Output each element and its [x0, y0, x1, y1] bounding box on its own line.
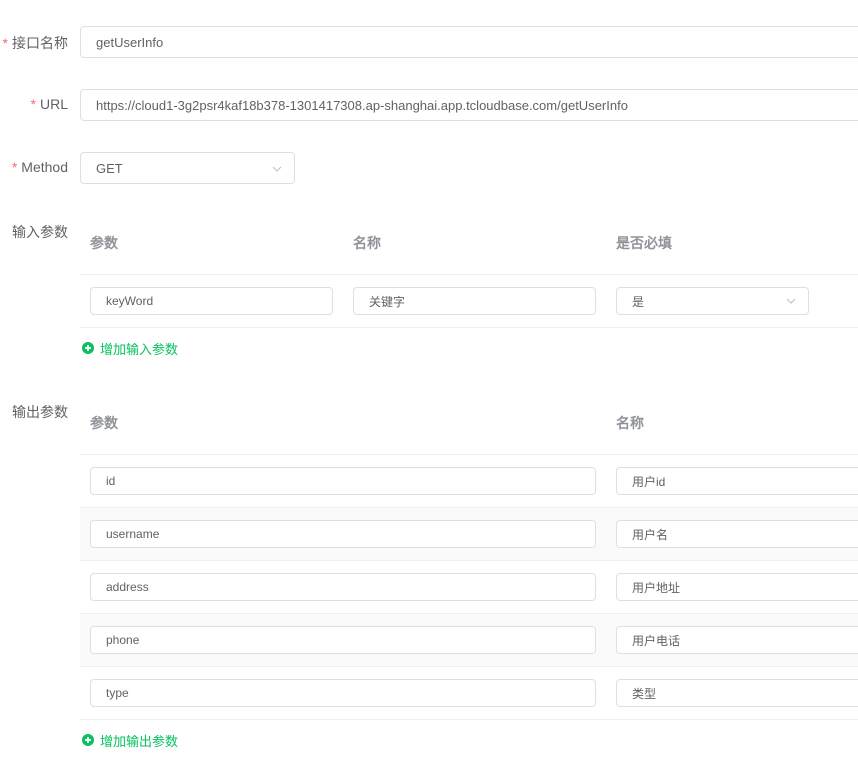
name-input[interactable]: getUserInfo [80, 26, 858, 58]
header-required: 是否必填 [616, 235, 672, 251]
add-output-param-button[interactable]: 增加输出参数 [82, 730, 178, 750]
table-row: address 用户地址 [80, 561, 858, 614]
header-param: 参数 [90, 415, 118, 431]
name-value: 关键字 [369, 294, 406, 309]
output-params-header: 参数 名称 [80, 391, 858, 455]
name-value: 类型 [632, 686, 657, 701]
param-input[interactable]: phone [90, 626, 596, 654]
add-output-param-label: 增加输出参数 [100, 733, 179, 749]
name-cell-input[interactable]: 用户地址 [616, 573, 858, 601]
add-input-param-button[interactable]: 增加输入参数 [82, 338, 178, 358]
required-mark: * [2, 35, 8, 51]
method-label-text: Method [21, 159, 68, 175]
table-row: keyWord 关键字 是 [80, 275, 858, 328]
name-cell-input[interactable]: 类型 [616, 679, 858, 707]
method-select[interactable]: GET [80, 152, 295, 184]
param-input[interactable]: keyWord [90, 287, 333, 315]
name-value: 用户名 [632, 527, 669, 542]
param-input[interactable]: address [90, 573, 596, 601]
name-cell-input[interactable]: 用户电话 [616, 626, 858, 654]
header-name: 名称 [353, 235, 381, 251]
method-select-value: GET [96, 160, 123, 176]
param-input[interactable]: username [90, 520, 596, 548]
input-params-label-text: 输入参数 [12, 224, 68, 240]
name-value: 用户id [632, 474, 666, 489]
input-params-label: 输入参数 [12, 222, 68, 242]
output-params-label-text: 输出参数 [12, 404, 68, 420]
name-value: 用户电话 [632, 633, 681, 648]
plus-circle-icon [82, 734, 94, 746]
param-value: phone [106, 633, 140, 647]
required-value: 是 [632, 294, 645, 309]
plus-circle-icon [82, 342, 94, 354]
param-input[interactable]: type [90, 679, 596, 707]
param-value: type [106, 686, 129, 700]
output-params-label: 输出参数 [12, 402, 68, 422]
table-row: type 类型 [80, 667, 858, 720]
param-value: id [106, 474, 116, 488]
header-name: 名称 [616, 415, 644, 431]
param-value: keyWord [106, 294, 154, 308]
method-label: * Method [12, 159, 68, 175]
api-config-form: * 接口名称 getUserInfo * URL https://cloud1-3g… [0, 0, 858, 758]
chevron-down-icon [786, 298, 796, 304]
required-select[interactable]: 是 [616, 287, 809, 315]
table-row: phone 用户电话 [80, 614, 858, 667]
required-mark: * [11, 159, 18, 175]
name-cell-input[interactable]: 关键字 [353, 287, 596, 315]
name-value: 用户地址 [632, 580, 681, 595]
url-label-text: URL [39, 96, 68, 112]
param-input[interactable]: id [90, 467, 596, 495]
header-param: 参数 [90, 235, 118, 251]
name-cell-input[interactable]: 用户id [616, 467, 858, 495]
add-input-param-label: 增加输入参数 [100, 341, 179, 357]
param-value: username [106, 527, 160, 541]
required-mark: * [30, 96, 36, 112]
table-row: id 用户id [80, 455, 858, 508]
param-value: address [106, 580, 149, 594]
name-label-text: 接口名称 [12, 35, 68, 51]
url-input[interactable]: https://cloud1-3g2psr4kaf18b378-13014173… [80, 89, 858, 121]
chevron-down-icon [272, 166, 282, 172]
url-input-value: https://cloud1-3g2psr4kaf18b378-13014173… [96, 97, 628, 113]
name-label: * 接口名称 [3, 33, 68, 53]
name-cell-input[interactable]: 用户名 [616, 520, 858, 548]
url-label: * URL [31, 96, 68, 112]
input-params-header: 参数 名称 是否必填 [80, 211, 858, 275]
name-input-value: getUserInfo [96, 34, 164, 50]
table-row: username 用户名 [80, 508, 858, 561]
